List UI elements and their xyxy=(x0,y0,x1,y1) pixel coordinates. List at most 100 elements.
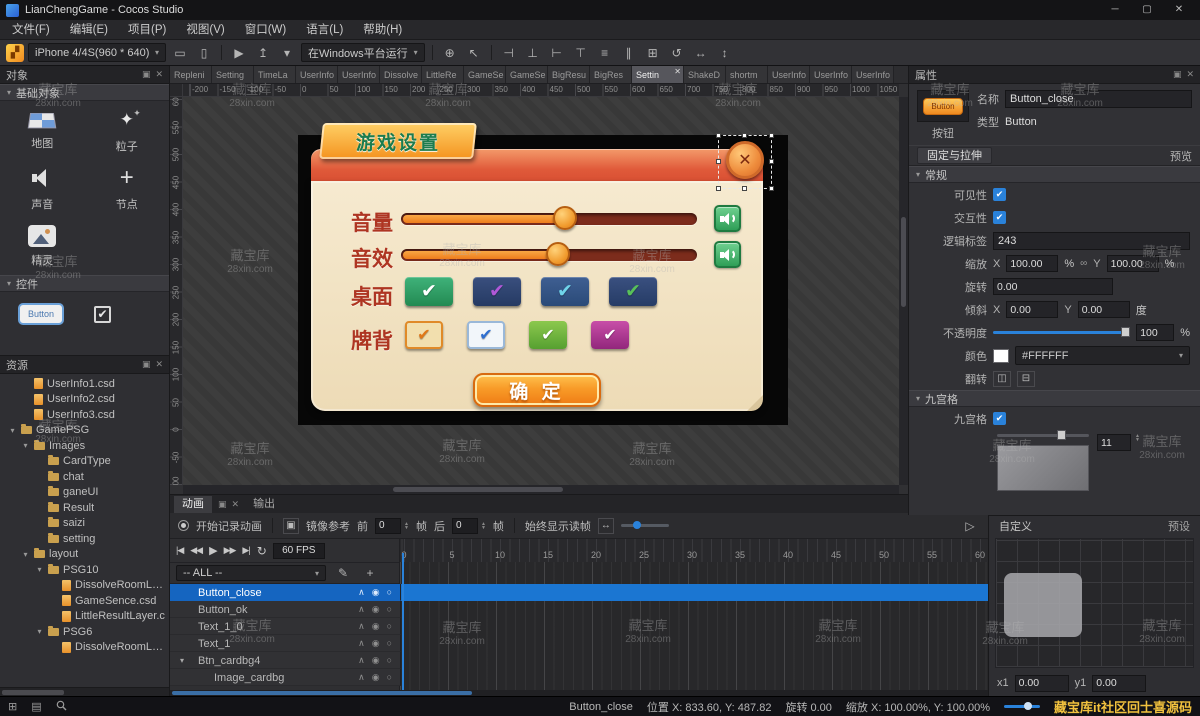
tree-expander[interactable]: ▾ xyxy=(21,550,30,559)
next-frame-button[interactable]: ▶▶ xyxy=(224,545,236,556)
tree-item[interactable]: ▾ Images xyxy=(0,438,169,454)
canvas-tab[interactable]: GameSe ✕ xyxy=(464,66,506,83)
fps-display[interactable]: 60 FPS xyxy=(273,543,325,559)
tab-preview[interactable]: 预览 xyxy=(1170,148,1192,164)
menu-item[interactable]: 语言(L) xyxy=(296,20,353,40)
align-tool-icon[interactable]: ⊞ xyxy=(643,43,663,63)
close-icon[interactable]: ✕ xyxy=(1186,69,1194,80)
dock-icon[interactable]: ▣ xyxy=(142,359,151,370)
cardback-option-4[interactable]: ✔ xyxy=(591,321,629,349)
canvas-tab[interactable]: Repleni ✕ xyxy=(170,66,212,83)
timeline-play-icon[interactable]: ▷ xyxy=(960,516,980,536)
scale9-value-input[interactable] xyxy=(1097,434,1131,451)
tree-item[interactable]: LittleResultLayer.c xyxy=(0,609,169,625)
canvas-tab[interactable]: UserInfo ✕ xyxy=(768,66,810,83)
pan-tool-icon[interactable]: ⊕ xyxy=(440,43,460,63)
minimize-button[interactable]: ─ xyxy=(1100,1,1130,19)
scene-tool-icon[interactable]: ▞ xyxy=(6,44,24,62)
timeline-track-row[interactable]: Button_close ∧ ◉ ○ xyxy=(170,584,988,601)
last-frame-button[interactable]: ▶| xyxy=(242,545,249,556)
sfx-label[interactable]: 音效 xyxy=(351,243,393,273)
skew-y-input[interactable] xyxy=(1078,301,1130,318)
object-palette-item[interactable]: 粒子 xyxy=(85,101,170,159)
close-icon[interactable]: ✕ xyxy=(155,69,163,80)
track-eye-icon[interactable]: ◉ xyxy=(372,672,380,683)
color-select[interactable]: #FFFFFF ▾ xyxy=(1015,346,1190,365)
menu-item[interactable]: 视图(V) xyxy=(176,20,234,40)
tree-item[interactable]: ▾ PSG6 xyxy=(0,624,169,640)
volume-mute-button[interactable] xyxy=(714,205,741,232)
canvas-tab[interactable]: shortm ✕ xyxy=(726,66,768,83)
before-frames-input[interactable] xyxy=(375,518,401,534)
cardback-option-1[interactable]: ✔ xyxy=(405,321,443,349)
ok-button[interactable]: 确 定 xyxy=(473,373,601,407)
canvas-tab[interactable]: UserInfo ✕ xyxy=(852,66,894,83)
align-tool-icon[interactable]: ⊣ xyxy=(499,43,519,63)
desktop-option-2[interactable]: ✔ xyxy=(473,277,521,306)
tree-item[interactable]: CardType xyxy=(0,454,169,470)
canvas-tab[interactable]: TimeLa ✕ xyxy=(254,66,296,83)
volume-slider[interactable] xyxy=(401,213,697,225)
tree-item[interactable]: Result xyxy=(0,500,169,516)
opacity-slider-handle[interactable] xyxy=(1121,327,1130,337)
align-tool-icon[interactable]: ≡ xyxy=(595,43,615,63)
canvas-tab[interactable]: UserInfo ✕ xyxy=(810,66,852,83)
opacity-input[interactable] xyxy=(1136,324,1174,341)
publish-options-caret[interactable]: ▾ xyxy=(277,43,297,63)
sfx-mute-button[interactable] xyxy=(714,241,741,268)
tag-input[interactable] xyxy=(993,232,1190,250)
selection-handle[interactable] xyxy=(716,133,721,138)
tab-close-icon[interactable]: ✕ xyxy=(674,67,681,76)
checkbox-widget[interactable]: ✔ xyxy=(94,306,111,323)
tab-preset[interactable]: 预设 xyxy=(1168,518,1190,534)
timeline-track-row[interactable]: Text_1_0 ∧ ◉ ○ xyxy=(170,618,988,635)
scale-x-input[interactable] xyxy=(1006,255,1058,272)
tree-item[interactable]: GameSence.csd xyxy=(0,593,169,609)
tree-item[interactable]: UserInfo3.csd xyxy=(0,407,169,423)
tree-item[interactable]: setting xyxy=(0,531,169,547)
canvas-tab[interactable]: BigResu ✕ xyxy=(548,66,590,83)
track-keyframe-icon[interactable]: ○ xyxy=(387,638,392,649)
timeline-track-row[interactable]: ▾ Btn_cardbg4 ∧ ◉ ○ xyxy=(170,652,988,669)
canvas-portrait-icon[interactable]: ▯ xyxy=(194,43,214,63)
tree-item[interactable]: UserInfo1.csd xyxy=(0,376,169,392)
track-filter-select[interactable]: -- ALL -- ▾ xyxy=(176,565,326,581)
track-collapse-icon[interactable]: ∧ xyxy=(358,655,365,666)
desktop-option-3[interactable]: ✔ xyxy=(541,277,589,306)
prev-frame-button[interactable]: ◀◀ xyxy=(190,545,202,556)
timeline-playhead[interactable] xyxy=(402,553,404,690)
volume-label[interactable]: 音量 xyxy=(351,207,393,237)
desktop-option-1[interactable]: ✔ xyxy=(405,277,453,306)
record-animation-button[interactable]: 开始记录动画 xyxy=(196,518,262,534)
menu-item[interactable]: 帮助(H) xyxy=(353,20,412,40)
scale9-section[interactable]: ▾ 九宫格 xyxy=(909,390,1200,407)
selection-handle[interactable] xyxy=(742,186,747,191)
interactive-checkbox[interactable]: ✔ xyxy=(993,211,1006,224)
status-zoom-slider[interactable] xyxy=(1004,705,1040,708)
name-input[interactable] xyxy=(1005,90,1192,108)
sfx-slider-knob[interactable] xyxy=(546,242,570,266)
track-eye-icon[interactable]: ◉ xyxy=(372,638,380,649)
frame-zoom-icon[interactable]: ↔ xyxy=(598,518,614,534)
align-tool-icon[interactable]: ⊥ xyxy=(523,43,543,63)
tree-item[interactable]: DissolveRoomLaye xyxy=(0,578,169,594)
sfx-slider[interactable] xyxy=(401,249,697,261)
publish-button[interactable]: ↥ xyxy=(253,43,273,63)
track-expander[interactable]: ▾ xyxy=(176,656,188,665)
canvas-landscape-icon[interactable]: ▭ xyxy=(170,43,190,63)
y1-input[interactable] xyxy=(1092,675,1146,692)
canvas-tab[interactable]: UserInfo ✕ xyxy=(338,66,380,83)
rotate-input[interactable] xyxy=(993,278,1113,295)
visible-checkbox[interactable]: ✔ xyxy=(993,188,1006,201)
frame-zoom-slider[interactable] xyxy=(621,524,669,527)
track-collapse-icon[interactable]: ∧ xyxy=(358,587,365,598)
flip-vertical-icon[interactable]: ⊟ xyxy=(1017,371,1035,387)
tab-output[interactable]: 输出 xyxy=(245,496,283,513)
button-widget[interactable]: Button xyxy=(18,303,64,325)
cardback-label[interactable]: 牌背 xyxy=(351,325,393,355)
track-eye-icon[interactable]: ◉ xyxy=(372,604,380,615)
design-canvas[interactable]: 游戏设置 音量 音效 xyxy=(183,97,899,485)
scale9-margin-slider[interactable] xyxy=(997,434,1089,437)
align-tool-icon[interactable]: ↕ xyxy=(715,43,735,63)
scene-stage[interactable]: 游戏设置 音量 音效 xyxy=(298,135,788,425)
